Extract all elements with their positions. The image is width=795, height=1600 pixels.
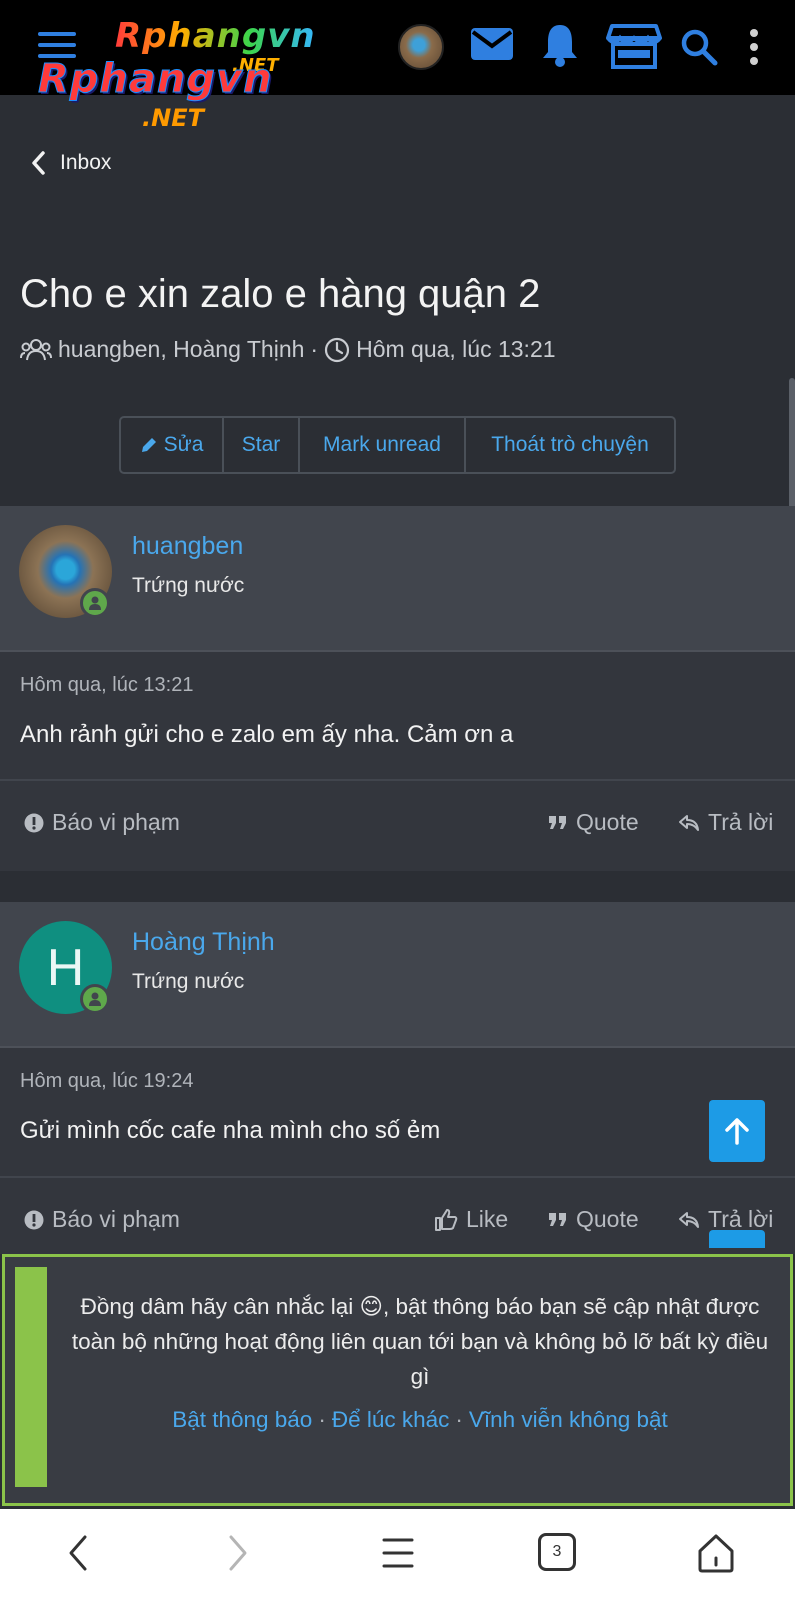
message-date[interactable]: Hôm qua, lúc 19:24 — [0, 1048, 795, 1093]
back-to-inbox-link[interactable]: Inbox — [30, 150, 111, 176]
forward-icon[interactable] — [226, 1531, 250, 1575]
message: H Hoàng Thịnh Trứng nước Hôm qua, lúc 19… — [0, 902, 795, 1254]
arrow-up-icon — [725, 1118, 749, 1145]
enable-notifications-link[interactable]: Bật thông báo — [172, 1407, 312, 1432]
message-body: Gửi mình cốc cafe nha mình cho số ẻm — [20, 1117, 441, 1144]
link-separator: · — [455, 1407, 463, 1432]
pencil-icon — [141, 438, 156, 452]
user-title: Trứng nước — [132, 574, 245, 597]
leave-conversation-button[interactable]: Thoát trò chuyện — [466, 418, 674, 472]
message-header: H Hoàng Thịnh Trứng nước — [0, 902, 795, 1048]
author-name[interactable]: Hoàng Thịnh — [132, 928, 275, 957]
leave-label: Thoát trò chuyện — [491, 433, 649, 456]
scroll-to-top-button[interactable] — [709, 1100, 765, 1162]
later-link[interactable]: Để lúc khác — [332, 1407, 450, 1432]
quote-label: Quote — [576, 1206, 639, 1232]
star-label: Star — [241, 433, 281, 456]
quote-icon — [549, 815, 566, 829]
reply-button[interactable]: Trả lời — [678, 1206, 773, 1233]
quote-button[interactable]: Quote — [548, 809, 639, 836]
reply-label: Trả lời — [708, 1206, 774, 1232]
edit-button[interactable]: Sửa — [121, 418, 224, 472]
quote-label: Quote — [576, 809, 639, 835]
author-name[interactable]: huangben — [132, 532, 243, 561]
mail-icon[interactable] — [470, 26, 514, 62]
message-footer: Báo vi phạm Like Quote Trả lời — [0, 1176, 795, 1262]
store-icon[interactable] — [606, 22, 662, 70]
reply-button[interactable]: Trả lời — [678, 809, 773, 836]
avatar[interactable] — [398, 24, 444, 70]
more-vertical-icon[interactable] — [748, 28, 760, 66]
report-label: Báo vi phạm — [52, 809, 180, 835]
participants: huangben, Hoàng Thịnh — [58, 336, 305, 362]
search-icon[interactable] — [680, 28, 718, 66]
message-body: Anh rảnh gửi cho e zalo em ấy nha. Cảm ơ… — [20, 721, 514, 748]
logo-text-secondary: Rphangvn — [38, 56, 273, 103]
conversation-time: Hôm qua, lúc 13:21 — [356, 336, 556, 362]
online-status-icon — [80, 588, 110, 618]
thumbs-up-icon — [435, 1208, 458, 1231]
reply-icon — [679, 814, 699, 831]
link-separator: · — [318, 1407, 326, 1432]
reply-label: Trả lời — [708, 809, 774, 835]
star-button[interactable]: Star — [224, 418, 300, 472]
logo-net-secondary: .NET — [142, 104, 204, 132]
meta-separator: · — [310, 336, 319, 362]
edit-label: Sửa — [163, 433, 204, 456]
alert-icon — [24, 813, 44, 832]
menu-icon[interactable] — [382, 1531, 414, 1575]
message: huangben Trứng nước Hôm qua, lúc 13:21 A… — [0, 506, 795, 871]
like-button[interactable]: Like — [434, 1206, 508, 1233]
bell-icon[interactable] — [540, 22, 580, 68]
reply-icon — [679, 1211, 699, 1228]
clock-icon — [324, 337, 350, 362]
notice-accent-bar — [15, 1267, 47, 1487]
mark-unread-label: Mark unread — [323, 433, 441, 456]
tab-count: 3 — [552, 1543, 562, 1560]
tabs-button[interactable]: 3 — [538, 1533, 576, 1571]
home-icon[interactable] — [696, 1531, 736, 1575]
push-notification-prompt: Đồng dâm hãy cân nhắc lại 😊, bật thông b… — [2, 1254, 793, 1506]
report-button[interactable]: Báo vi phạm — [24, 809, 180, 836]
back-label: Inbox — [60, 151, 112, 174]
back-icon[interactable] — [66, 1531, 90, 1575]
online-status-icon — [80, 984, 110, 1014]
conversation-meta: huangben, Hoàng Thịnh · Hôm qua, lúc 13:… — [20, 336, 556, 363]
report-label: Báo vi phạm — [52, 1206, 180, 1232]
message-header: huangben Trứng nước — [0, 506, 795, 652]
page-title: Cho e xin zalo e hàng quận 2 — [20, 272, 541, 316]
mark-unread-button[interactable]: Mark unread — [300, 418, 466, 472]
quote-icon — [549, 1212, 566, 1226]
conversation-actions: Sửa Star Mark unread Thoát trò chuyện — [119, 416, 676, 474]
message-date[interactable]: Hôm qua, lúc 13:21 — [0, 652, 795, 697]
users-icon — [20, 338, 52, 360]
alert-icon — [24, 1210, 44, 1229]
user-title: Trứng nước — [132, 970, 245, 993]
logo-text: Rphangvn — [115, 16, 316, 56]
notice-links: Bật thông báo · Để lúc khác · Vĩnh viễn khôn… — [65, 1407, 775, 1433]
chevron-left-icon — [32, 151, 45, 175]
like-label: Like — [466, 1206, 509, 1232]
never-enable-link[interactable]: Vĩnh viễn không bật — [469, 1407, 668, 1432]
site-logo[interactable]: Rphangvn .NET Rphangvn .NET — [0, 0, 360, 132]
notice-text: Đồng dâm hãy cân nhắc lại 😊, bật thông b… — [71, 1294, 769, 1389]
quote-button[interactable]: Quote — [548, 1206, 639, 1233]
scroll-to-bottom-button[interactable] — [709, 1230, 765, 1248]
message-footer: Báo vi phạm Quote Trả lời — [0, 779, 795, 865]
report-button[interactable]: Báo vi phạm — [24, 1206, 180, 1233]
browser-navigation-bar: 3 — [0, 1509, 795, 1600]
